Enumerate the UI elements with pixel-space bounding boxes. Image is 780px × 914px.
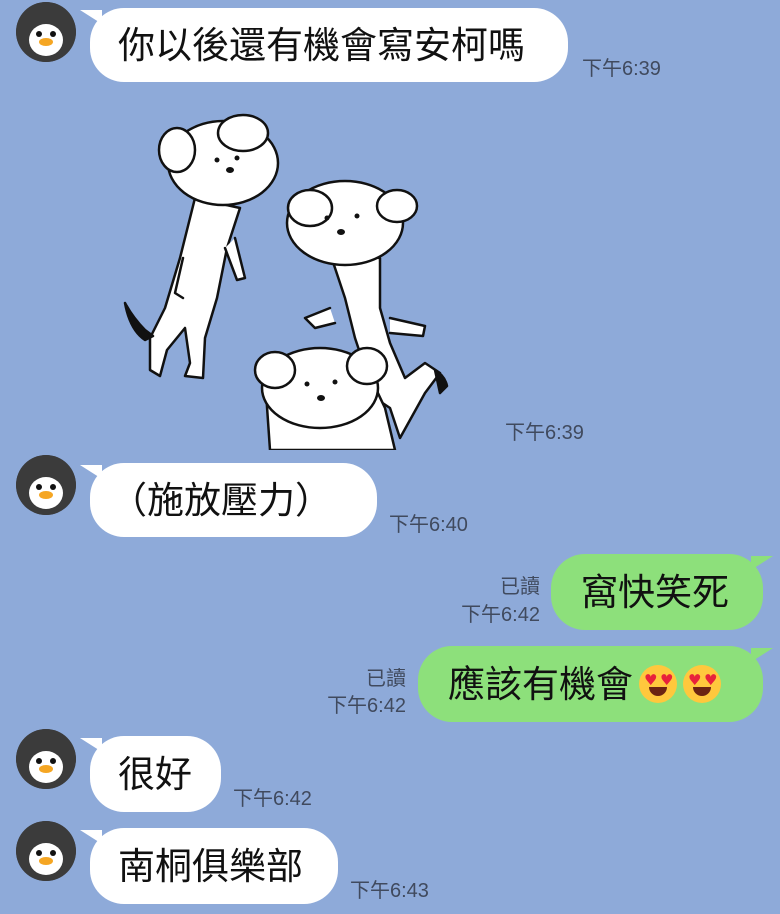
message-text: 你以後還有機會寫安柯嗎 bbox=[118, 23, 525, 67]
message-time: 下午6:39 bbox=[505, 422, 584, 444]
message-bubble[interactable]: 你以後還有機會寫安柯嗎 bbox=[80, 8, 568, 82]
penguin-avatar-icon bbox=[16, 821, 76, 881]
message-bubble[interactable]: 很好 bbox=[80, 736, 221, 812]
message-bubble[interactable]: 窩快笑死 bbox=[551, 554, 773, 630]
read-receipt: 已讀 bbox=[500, 576, 540, 598]
heart-eyes-emoji: ♥ ♥ bbox=[639, 665, 677, 703]
sender-avatar[interactable] bbox=[16, 455, 76, 515]
message-bubble[interactable]: 應該有機會 ♥ ♥ ♥ ♥ bbox=[418, 646, 773, 722]
message-text: 很好 bbox=[118, 752, 192, 796]
message-text: 應該有機會 bbox=[448, 662, 633, 706]
message-time: 下午6:42 bbox=[461, 604, 540, 626]
read-receipt: 已讀 bbox=[366, 668, 406, 690]
sender-avatar[interactable] bbox=[16, 821, 76, 881]
message-time: 下午6:43 bbox=[350, 880, 429, 902]
message-time: 下午6:42 bbox=[233, 788, 312, 810]
message-time: 下午6:42 bbox=[327, 695, 406, 717]
penguin-avatar-icon bbox=[16, 2, 76, 62]
sender-avatar[interactable] bbox=[16, 2, 76, 62]
message-text: 窩快笑死 bbox=[581, 570, 729, 614]
sticker-image bbox=[123, 113, 449, 452]
message-time: 下午6:40 bbox=[389, 514, 468, 536]
message-bubble[interactable]: （施放壓力） bbox=[80, 463, 377, 537]
heart-eyes-emoji: ♥ ♥ bbox=[683, 665, 721, 703]
message-time: 下午6:39 bbox=[582, 58, 661, 80]
message-text: （施放壓力） bbox=[110, 478, 332, 522]
penguin-avatar-icon bbox=[16, 455, 76, 515]
sender-avatar[interactable] bbox=[16, 729, 76, 789]
penguin-avatar-icon bbox=[16, 729, 76, 789]
white-dogs-sticker[interactable] bbox=[105, 108, 450, 452]
message-bubble[interactable]: 南桐俱樂部 bbox=[80, 828, 338, 904]
message-text: 南桐俱樂部 bbox=[118, 844, 303, 888]
